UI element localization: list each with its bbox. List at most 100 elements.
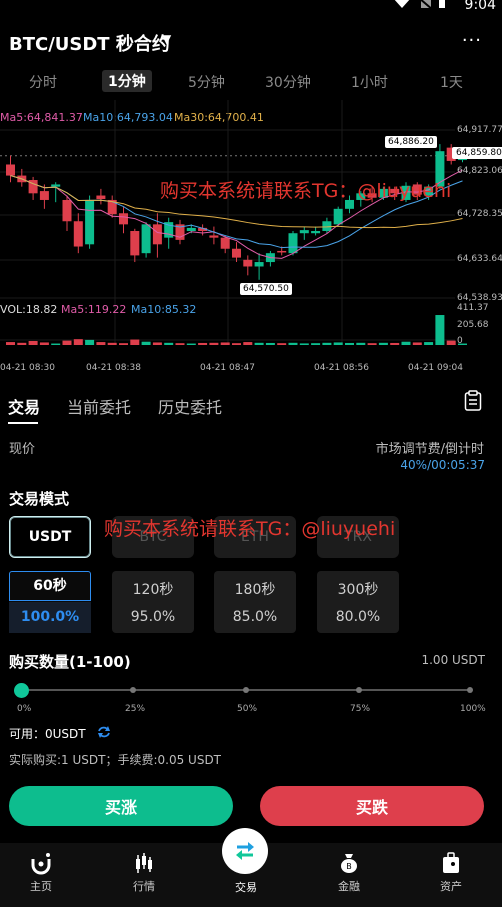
swap-arrows-icon [236,842,254,860]
period-300s[interactable]: 300秒 80.0% [317,571,399,633]
candle-body [62,199,72,222]
more-menu-icon[interactable]: ··· [462,30,482,51]
tab-current-orders[interactable]: 当前委托 [67,394,131,418]
volume-bar [39,342,49,345]
volume-bar [277,343,287,345]
orders-list-icon[interactable] [464,390,482,412]
dropdown-caret-icon[interactable]: ▼ [162,32,171,46]
nav-home[interactable]: 主页 [11,843,71,903]
nav-trade-label: 交易 [235,881,257,894]
volume-bar [311,343,321,345]
volume-bar [412,342,422,345]
candle-body [130,231,140,256]
tab-30min[interactable]: 30分钟 [265,72,311,92]
candle-body [39,191,49,200]
candle-body [322,221,332,232]
volume-bar [186,343,196,345]
volume-bar [390,342,400,345]
mode-usdt-button[interactable]: USDT [9,516,91,558]
period-time: 180秒 [234,582,276,598]
trade-center-button[interactable] [222,828,268,874]
slider-mark-25 [130,687,136,693]
watermark-text-2: 购买本系统请联系TG：@liuyuehi [104,518,396,540]
candle-body [186,227,196,232]
order-tabs: 交易 当前委托 历史委托 [0,386,502,426]
period-120s[interactable]: 120秒 95.0% [112,571,194,633]
buy-down-button[interactable]: 买跌 [260,786,484,826]
volume-bar [254,342,264,345]
candle-body [254,262,264,267]
time-axis-5: 04-21 09:04 [408,363,463,373]
slider-label-50: 50% [237,704,258,714]
refresh-icon[interactable] [97,726,111,738]
buy-up-button[interactable]: 买涨 [9,786,233,826]
watermark-text: 购买本系统请联系TG：@liuyuehi [160,180,452,202]
status-bar: 9:04 [0,0,502,14]
status-icons [394,0,445,11]
slider-label-25: 25% [125,704,146,714]
period-time: 120秒 [132,582,174,598]
candle-body [220,237,230,249]
clock: 9:04 [464,0,496,13]
available-balance: 可用：0USDT [9,727,86,741]
candle-body [232,248,241,258]
volume-bar [6,342,15,345]
slider-label-75: 75% [350,704,371,714]
nav-assets[interactable]: 资产 [421,843,481,903]
time-axis-1: 04-21 08:30 [0,363,55,373]
volume-bar [130,339,140,345]
tab-5min[interactable]: 5分钟 [188,72,225,92]
timeframe-tabs: 分时 1分钟 5分钟 30分钟 1小时 1天 [0,64,502,98]
period-payout: 95.0% [130,609,176,625]
current-price-label: 现价 [9,442,36,457]
page-title[interactable]: BTC/USDT 秒合约 [9,30,170,56]
nav-market[interactable]: 行情 [114,843,174,903]
candle-body [152,224,162,245]
candle-body [299,230,309,234]
nav-home-label: 主页 [30,880,52,893]
time-axis-2: 04-21 08:38 [86,363,141,373]
tab-trade[interactable]: 交易 [8,394,40,418]
volume-bar [401,341,411,345]
volume-bar [424,342,434,345]
volume-bar [73,339,83,345]
candle-body [141,224,151,254]
slider-label-0: 0% [17,704,32,714]
actual-purchase-info: 实际购买:1 USDT；手续费:0.05 USDT [9,753,222,767]
header: BTC/USDT 秒合约 ▼ ··· [0,24,502,60]
vol-ma10-label: Ma10:85.32 [131,303,197,316]
time-axis-3: 04-21 08:47 [200,363,255,373]
candle-body [333,208,343,225]
slider-label-100: 100% [460,704,486,714]
period-60s[interactable]: 60秒 100.0% [9,571,91,633]
tab-history-orders[interactable]: 历史委托 [158,394,222,418]
candle-body [85,199,95,245]
candle-body [288,233,298,254]
nav-finance-label: 金融 [338,880,360,893]
candle-body [6,164,15,176]
nav-finance[interactable]: B 金融 [319,843,379,903]
volume-bar [333,342,343,345]
nav-market-label: 行情 [133,880,155,893]
tab-fenshi[interactable]: 分时 [29,72,57,92]
money-bag-icon: B [341,854,357,873]
quantity-slider-knob[interactable] [14,683,29,698]
period-payout: 100.0% [9,602,91,633]
volume-bar [62,340,72,345]
trade-mode-label: 交易模式 [9,490,70,508]
tab-1day[interactable]: 1天 [440,72,463,92]
vol-label: VOL:18.82 [0,303,58,316]
tab-1min[interactable]: 1分钟 [102,70,152,92]
tab-1hour[interactable]: 1小时 [351,72,388,92]
vol-axis-1: 411.37 [457,303,489,313]
period-180s[interactable]: 180秒 85.0% [214,571,296,633]
volume-bar [152,342,162,345]
volume-bar [28,340,38,345]
fee-label: 市场调节费/倒计时 [375,442,484,457]
volume-bar [378,342,388,345]
price-axis-6: 64,538.93 [457,293,502,303]
volume-bar [322,342,332,345]
price-axis-3: 64,823.06 [457,166,502,176]
volume-bar [119,343,128,345]
volume-bar [17,342,27,345]
